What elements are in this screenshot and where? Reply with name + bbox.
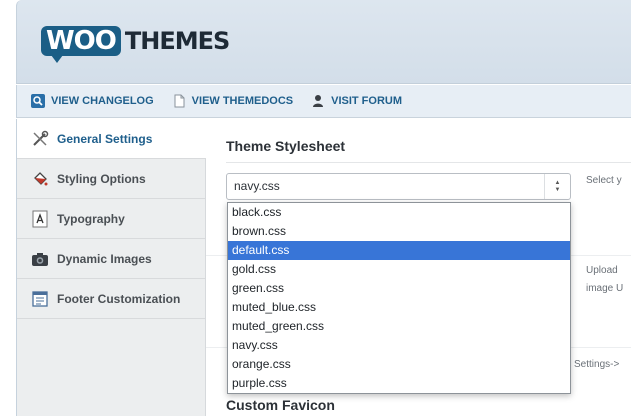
sidebar-item-typography[interactable]: Typography [17, 199, 205, 239]
dropdown-option[interactable]: muted_blue.css [228, 298, 570, 317]
dropdown-option[interactable]: orange.css [228, 355, 570, 374]
visit-forum-label: VISIT FORUM [331, 95, 403, 107]
select-value: navy.css [234, 179, 280, 193]
dropdown-option[interactable]: purple.css [228, 374, 570, 393]
section-title: Theme Stylesheet [226, 138, 346, 154]
woothemes-logo[interactable]: WOO THEMES [41, 26, 230, 63]
layout-icon [31, 290, 49, 308]
sidebar-item-dynamic-images[interactable]: Dynamic Images [17, 239, 205, 279]
section-divider [226, 162, 631, 163]
sidebar-item-label: Typography [57, 211, 125, 226]
logo-woo-badge: WOO [41, 26, 121, 63]
stylesheet-dropdown-list[interactable]: black.css brown.css default.css gold.css… [227, 202, 571, 394]
person-icon [311, 94, 325, 108]
paint-bucket-icon [31, 170, 49, 188]
visit-forum-link[interactable]: VISIT FORUM [311, 94, 402, 108]
sidebar-item-label: General Settings [57, 131, 153, 146]
view-changelog-link[interactable]: VIEW CHANGELOG [31, 94, 154, 108]
dropdown-option[interactable]: gold.css [228, 260, 570, 279]
tools-icon [31, 130, 49, 148]
link-bar: VIEW CHANGELOG VIEW THEMEDOCS VISIT FORU… [16, 85, 631, 118]
sidebar-item-general-settings[interactable]: General Settings [17, 119, 206, 159]
dropdown-option[interactable]: muted_green.css [228, 317, 570, 336]
sidebar-item-label: Styling Options [57, 171, 146, 186]
view-changelog-label: VIEW CHANGELOG [51, 95, 154, 107]
camera-icon [31, 250, 49, 268]
font-icon [31, 210, 49, 228]
dropdown-option[interactable]: navy.css [228, 336, 570, 355]
app-header: WOO THEMES [16, 0, 631, 84]
view-themedocs-label: VIEW THEMEDOCS [191, 95, 294, 107]
upload-description-line2: image U [586, 283, 624, 294]
logo-themes-text: THEMES [124, 27, 230, 55]
dropdown-option[interactable]: black.css [228, 203, 570, 222]
theme-stylesheet-select[interactable]: navy.css ▲ ▼ [226, 173, 571, 200]
select-arrows-icon: ▲ ▼ [544, 174, 570, 199]
sidebar-item-footer-customization[interactable]: Footer Customization [17, 279, 205, 319]
dropdown-option[interactable]: brown.css [228, 222, 570, 241]
document-icon [172, 94, 186, 108]
custom-favicon-title: Custom Favicon [226, 397, 335, 413]
dropdown-option[interactable]: green.css [228, 279, 570, 298]
dropdown-option-highlighted[interactable]: default.css [228, 241, 570, 260]
upload-description-line1: Upload [586, 265, 618, 276]
view-themedocs-link[interactable]: VIEW THEMEDOCS [172, 94, 293, 108]
sidebar-item-label: Footer Customization [57, 291, 181, 306]
settings-description: Settings-> [574, 359, 620, 370]
magnifier-icon [31, 94, 45, 108]
select-description: Select y [586, 175, 622, 186]
settings-sidebar: General Settings Styling Options Typogra… [16, 119, 206, 416]
sidebar-item-styling-options[interactable]: Styling Options [17, 159, 205, 199]
sidebar-item-label: Dynamic Images [57, 251, 152, 266]
